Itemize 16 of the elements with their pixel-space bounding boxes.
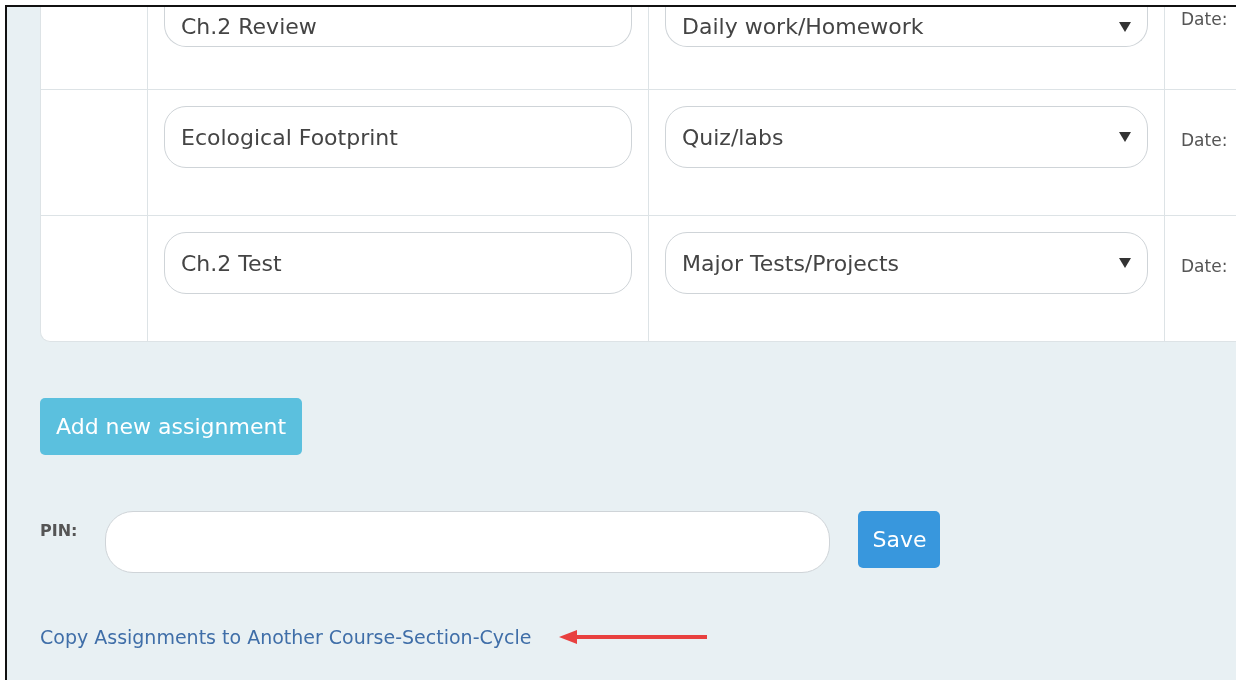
assignment-name-field[interactable]: Ecological Footprint <box>164 106 632 168</box>
assignment-name-field[interactable]: Ch.2 Review <box>164 7 632 47</box>
category-select[interactable]: Quiz/labs <box>665 106 1148 168</box>
category-select[interactable]: Major Tests/Projects <box>665 232 1148 294</box>
date-label: Date: <box>1181 8 1229 31</box>
caret-icon <box>1119 131 1131 143</box>
category-select[interactable]: Daily work/Homework <box>665 7 1148 47</box>
caret-icon <box>1119 257 1131 269</box>
arrow-icon <box>559 629 710 646</box>
date-label: Date: <box>1181 129 1229 152</box>
pin-field[interactable] <box>105 511 831 573</box>
caret-icon <box>1119 20 1131 33</box>
copy-assignments-link[interactable]: Copy Assignments to Another Course-Section-Cycle <box>40 623 532 652</box>
pin-label: PIN: <box>40 520 78 542</box>
date-label: Date: <box>1181 255 1229 278</box>
assignment-name-field[interactable]: Ch.2 Test <box>164 232 632 294</box>
